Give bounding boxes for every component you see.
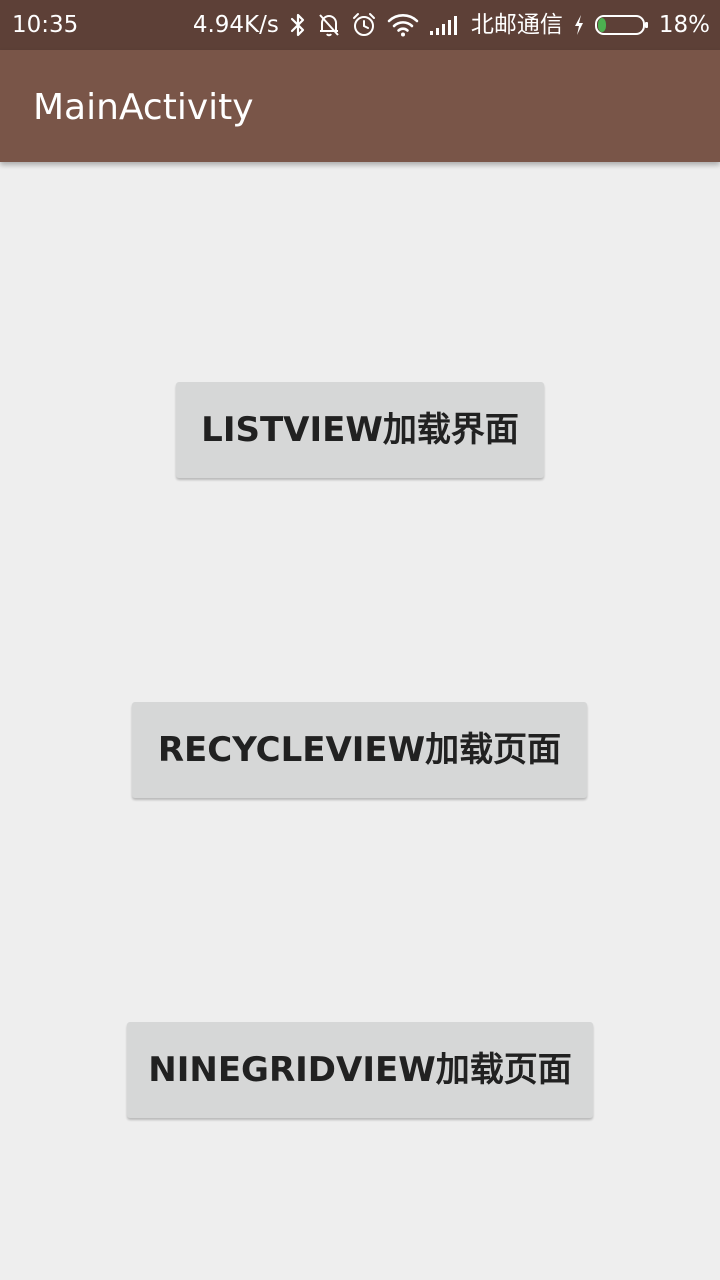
recycleview-load-button[interactable]: RECYCLEVIEW加载页面 — [132, 702, 587, 798]
signal-icon — [429, 12, 461, 38]
network-speed: 4.94K/s — [192, 12, 279, 38]
bluetooth-icon — [289, 12, 307, 38]
ninegridview-load-button[interactable]: NINEGRIDVIEW加载页面 — [127, 1022, 593, 1118]
carrier-name: 北邮通信 — [470, 12, 563, 38]
page-title: MainActivity — [33, 87, 254, 128]
status-time: 10:35 — [12, 12, 79, 38]
status-icons: 4.94K/s 北邮通信 18% — [193, 0, 710, 50]
alarm-icon — [351, 12, 377, 38]
bell-off-icon — [317, 12, 341, 38]
wifi-icon — [387, 12, 419, 38]
listview-load-button[interactable]: LISTVIEW加载界面 — [176, 382, 544, 478]
app-bar: MainActivity — [0, 50, 720, 162]
battery-percent: 18% — [658, 12, 710, 38]
status-bar: 10:35 4.94K/s 北邮通信 18% — [0, 0, 720, 50]
charging-icon — [573, 13, 585, 37]
battery-icon — [594, 15, 649, 35]
